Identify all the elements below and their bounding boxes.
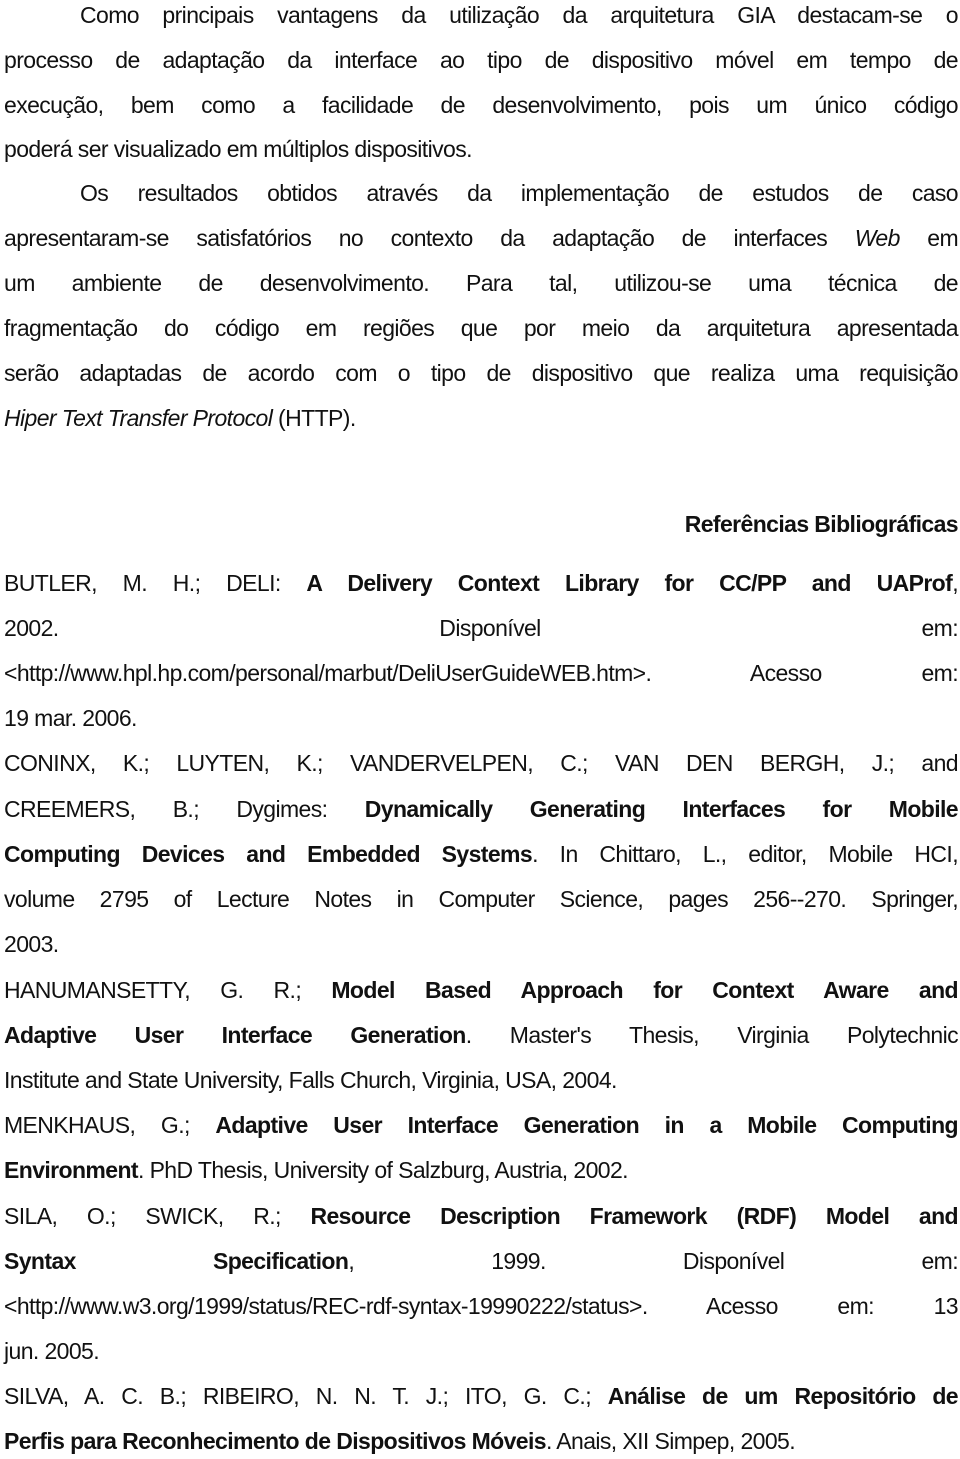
reference-line: SILA, O.; SWICK, R.; Resource Descriptio…	[4, 1201, 959, 1231]
body-text: em	[899, 225, 958, 251]
ref-title: Resource Description Framework (RDF) Mod…	[310, 1203, 958, 1229]
body-line: fragmentação do código em regiões que po…	[4, 315, 959, 341]
ref-authors: SILVA, A. C. B.; RIBEIRO, N. N. T. J.; I…	[4, 1383, 608, 1409]
reference-line: MENKHAUS, G.; Adaptive User Interface Ge…	[4, 1110, 959, 1140]
reference-line: HANUMANSETTY, G. R.; Model Based Approac…	[4, 975, 959, 1005]
ref-title: Análise de um Repositório de	[607, 1383, 959, 1409]
ref-text: , 1999. Disponível em:	[348, 1248, 958, 1274]
reference-line: jun. 2005.	[4, 1338, 100, 1364]
ref-title: Syntax Specification	[4, 1248, 349, 1274]
reference-line: SILVA, A. C. B.; RIBEIRO, N. N. T. J.; I…	[4, 1381, 959, 1411]
reference-line: 19 mar. 2006.	[4, 705, 137, 731]
ref-title: Environment	[4, 1157, 139, 1183]
ref-authors: MENKHAUS, G.;	[4, 1112, 216, 1138]
ref-text: ,	[952, 570, 958, 596]
reference-line: CREEMERS, B.; Dygimes: Dynamically Gener…	[4, 794, 959, 824]
body-line: serão adaptadas de acordo com o tipo de …	[4, 360, 959, 386]
ref-title: Dynamically Generating Interfaces for Mo…	[364, 796, 959, 822]
body-line: execução, bem como a facilidade de desen…	[4, 92, 959, 118]
ref-text: . PhD Thesis, University of Salzburg, Au…	[137, 1157, 629, 1183]
reference-url: <http://www.hpl.hp.com/personal/marbut/D…	[4, 660, 959, 686]
document-page: Como principais vantagens da utilização …	[0, 0, 960, 1459]
body-line: poderá ser visualizado em múltiplos disp…	[4, 136, 472, 162]
ref-title: Perfis para Reconhecimento de Dispositiv…	[4, 1428, 547, 1454]
ref-text: . In Chittaro, L., editor, Mobile HCI,	[532, 841, 959, 867]
ref-authors: HANUMANSETTY, G. R.;	[4, 977, 332, 1003]
ref-text: . Master's Thesis, Virginia Polytechnic	[465, 1022, 959, 1048]
reference-line: Adaptive User Interface Generation. Mast…	[4, 1020, 959, 1050]
reference-line: BUTLER, M. H.; DELI: A Delivery Context …	[4, 568, 959, 598]
reference-line: Environment. PhD Thesis, University of S…	[4, 1155, 958, 1185]
ref-authors: CREEMERS, B.; Dygimes:	[4, 796, 365, 822]
reference-line: Syntax Specification, 1999. Disponível e…	[4, 1246, 959, 1276]
reference-url: <http://www.w3.org/1999/status/REC-rdf-s…	[4, 1293, 959, 1319]
body-line: apresentaram-se satisfatórios no context…	[4, 223, 959, 253]
ref-authors: SILA, O.; SWICK, R.;	[4, 1203, 311, 1229]
body-line: Como principais vantagens da utilização …	[80, 2, 959, 28]
body-line: um ambiente de desenvolvimento. Para tal…	[4, 270, 959, 296]
reference-line: Perfis para Reconhecimento de Dispositiv…	[4, 1426, 958, 1456]
reference-line: 2003.	[4, 931, 59, 957]
ref-authors: BUTLER, M. H.; DELI:	[4, 570, 307, 596]
italic-term: Hiper Text Transfer Protocol	[4, 405, 273, 431]
body-line: Os resultados obtidos através da impleme…	[80, 180, 959, 206]
reference-line: Institute and State University, Falls Ch…	[4, 1067, 617, 1093]
ref-title: A Delivery Context Library for CC/PP and…	[306, 570, 953, 596]
ref-title: Computing Devices and Embedded Systems	[4, 841, 533, 867]
body-text: (HTTP).	[272, 405, 356, 431]
references-heading: Referências Bibliográficas	[684, 511, 959, 537]
body-text: apresentaram-se satisfatórios no context…	[4, 225, 855, 251]
body-line: processo de adaptação da interface ao ti…	[4, 47, 959, 73]
reference-line: 2002. Disponível em:	[4, 615, 959, 641]
ref-title: Adaptive User Interface Generation in a …	[215, 1112, 958, 1138]
ref-text: . Anais, XII Simpep, 2005.	[545, 1428, 796, 1454]
reference-line: volume 2795 of Lecture Notes in Computer…	[4, 886, 959, 912]
italic-term: Web	[854, 225, 901, 251]
ref-title: Adaptive User Interface Generation	[4, 1022, 466, 1048]
reference-line: Computing Devices and Embedded Systems. …	[4, 839, 959, 869]
reference-line: CONINX, K.; LUYTEN, K.; VANDERVELPEN, C.…	[4, 750, 959, 776]
body-line: Hiper Text Transfer Protocol (HTTP).	[4, 403, 958, 433]
ref-title: Model Based Approach for Context Aware a…	[331, 977, 958, 1003]
